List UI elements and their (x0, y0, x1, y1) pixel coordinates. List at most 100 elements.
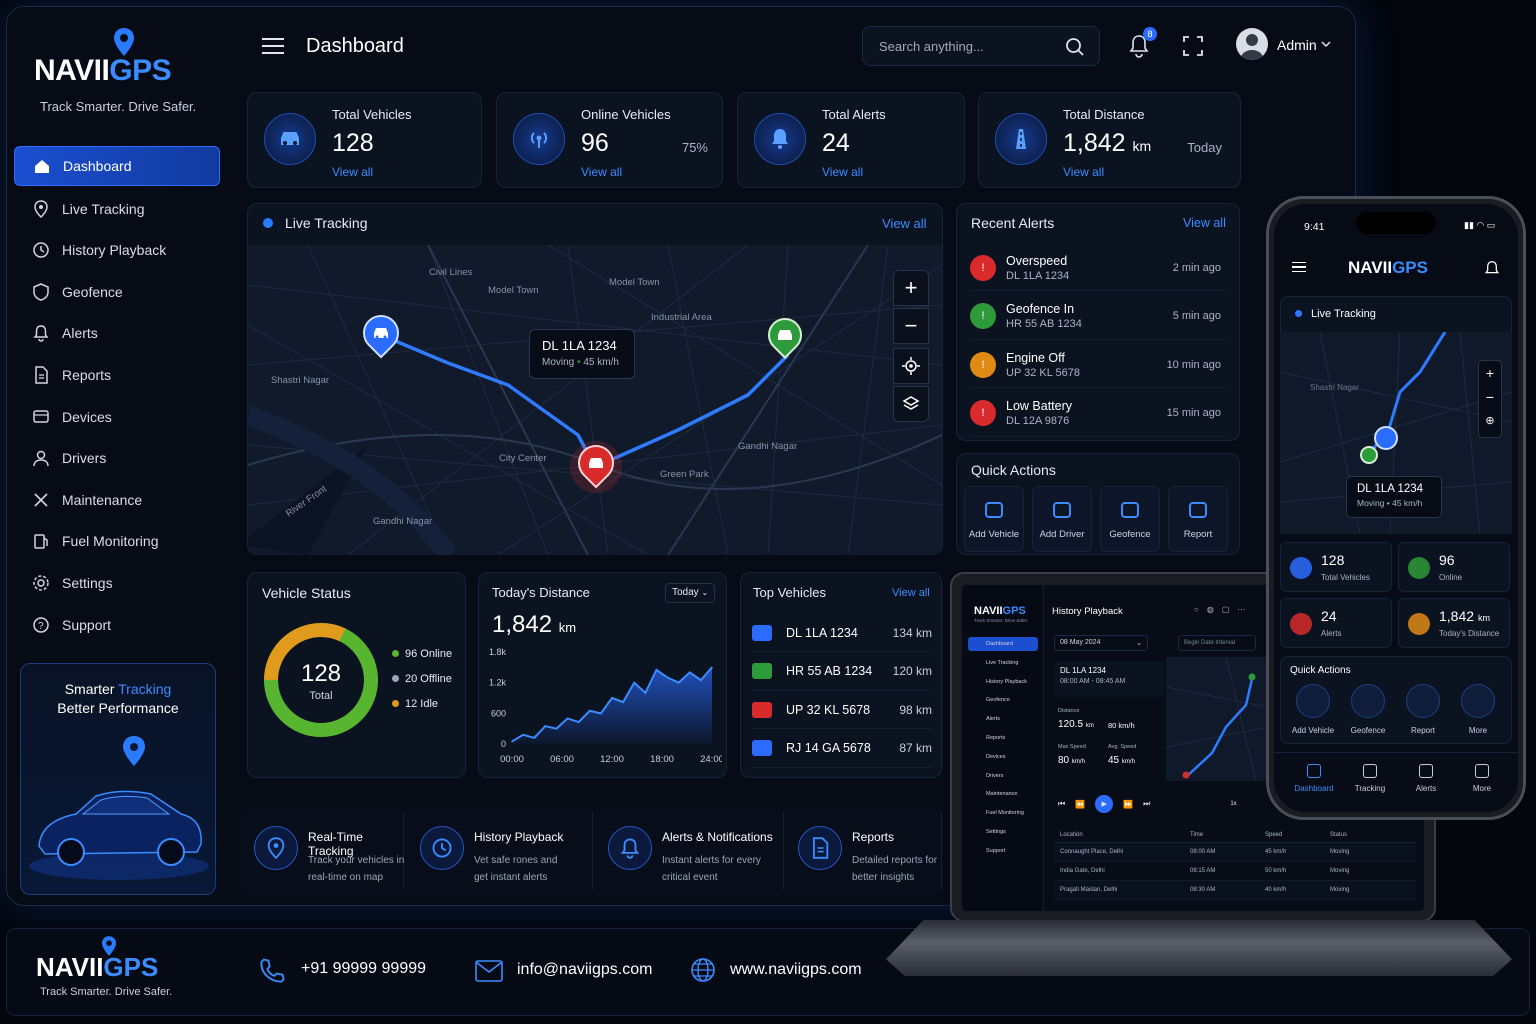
zoom-in-button[interactable]: + (893, 270, 929, 306)
sidebar-item-fuel-monitoring[interactable]: Fuel Monitoring (14, 521, 220, 561)
laptop-nav-item[interactable]: Drivers (968, 769, 1038, 783)
skip-back-icon[interactable]: ⏮ (1058, 799, 1065, 809)
alert-item[interactable]: ! Engine Off UP 32 KL 5678 10 min ago (970, 342, 1225, 388)
phone-tab-dashboard[interactable]: Dashboard (1288, 764, 1340, 793)
layers-button[interactable] (893, 386, 929, 422)
avatar[interactable] (1236, 28, 1268, 60)
phone-bell-icon[interactable] (1484, 260, 1500, 278)
alert-item[interactable]: ! Overspeed DL 1LA 1234 2 min ago (970, 245, 1225, 291)
playback-speed[interactable]: 1x (1230, 801, 1236, 807)
footer-website[interactable]: www.naviigps.com (730, 961, 862, 979)
laptop-table-row[interactable]: Connaught Place, Delhi 08:00 AM 45 km/h Mov… (1054, 843, 1416, 862)
sidebar-item-devices[interactable]: Devices (14, 397, 220, 437)
top-vehicle-row[interactable]: RJ 14 GA 5678 87 km (752, 730, 932, 768)
laptop-nav-item[interactable]: Live Tracking (968, 656, 1038, 670)
sidebar-item-reports[interactable]: Reports (14, 355, 220, 395)
play-button[interactable]: ▶ (1095, 795, 1114, 813)
quick-action-car[interactable]: Add Vehicle (964, 486, 1024, 552)
stat-view-all[interactable]: View all (1063, 165, 1104, 179)
phone-quick-action[interactable]: Report (1400, 684, 1446, 735)
recent-alerts-view-all[interactable]: View all (1183, 216, 1226, 230)
phone-stat-card[interactable]: 1,842 km Today's Distance (1398, 598, 1510, 648)
phone-stat-value: 1,842 km (1439, 608, 1490, 624)
laptop-nav-item[interactable]: Reports (968, 731, 1038, 745)
rewind-icon[interactable]: ⏪ (1075, 800, 1085, 809)
laptop-table-row[interactable]: India Gate, Delhi 08:15 AM 50 km/h Moving (1054, 862, 1416, 881)
sidebar-item-live-tracking[interactable]: Live Tracking (14, 189, 220, 229)
footer-phone[interactable]: +91 99999 99999 (301, 960, 426, 978)
locate-button[interactable] (893, 348, 929, 384)
alert-item[interactable]: ! Low Battery DL 12A 9876 15 min ago (970, 391, 1225, 437)
phone-stat-card[interactable]: 96 Online (1398, 542, 1510, 592)
laptop-nav-item[interactable]: Geofence (968, 693, 1038, 707)
phone-marker-blue[interactable] (1374, 426, 1398, 450)
quick-action-user[interactable]: Add Driver (1032, 486, 1092, 552)
car-icon (589, 458, 603, 468)
sidebar-item-support[interactable]: ? Support (14, 605, 220, 645)
quick-action-document[interactable]: Report (1168, 486, 1228, 552)
sidebar-item-settings[interactable]: Settings (14, 563, 220, 603)
chevron-down-icon[interactable] (1321, 40, 1331, 48)
laptop-nav-item[interactable]: History Playback (968, 675, 1038, 689)
top-vehicles-view-all[interactable]: View all (892, 587, 930, 599)
stat-view-all[interactable]: View all (332, 165, 373, 179)
data-point (577, 721, 580, 723)
phone-tab-alerts[interactable]: Alerts (1400, 764, 1452, 793)
laptop-table-cell: 45 km/h (1265, 849, 1287, 855)
forward-icon[interactable]: ⏩ (1123, 800, 1133, 809)
laptop-table-row[interactable]: Pragati Maidan, Delhi 08:30 AM 40 km/h Movi… (1054, 881, 1416, 900)
laptop-vehicle-card[interactable]: DL 1LA 1234 08:00 AM - 08:45 AM (1054, 661, 1164, 697)
search-input[interactable]: Search anything... (862, 26, 1100, 66)
laptop-date-select[interactable]: 08 May 2024 ⌄ (1054, 635, 1148, 651)
quick-action-label: Geofence (1109, 528, 1151, 540)
phone-marker-green[interactable] (1360, 446, 1378, 464)
laptop-nav-item[interactable]: Fuel Monitoring (968, 806, 1038, 820)
laptop-nav-item[interactable]: Support (968, 844, 1038, 858)
live-map[interactable] (248, 245, 942, 555)
footer-email[interactable]: info@naviigps.com (517, 961, 652, 979)
stat-view-all[interactable]: View all (822, 165, 863, 179)
laptop-nav-item[interactable]: Dashboard (968, 637, 1038, 651)
laptop-nav-item[interactable]: Devices (968, 750, 1038, 764)
laptop-nav-item[interactable]: Maintenance (968, 787, 1038, 801)
phone-tab-more[interactable]: More (1456, 764, 1508, 793)
menu-icon[interactable] (262, 38, 284, 54)
phone-stat-card[interactable]: 128 Total Vehicles (1280, 542, 1392, 592)
search-icon[interactable] (1065, 37, 1085, 57)
quick-actions-title: Quick Actions (971, 462, 1056, 478)
phone-quick-action[interactable]: More (1455, 684, 1501, 735)
top-vehicle-row[interactable]: UP 32 KL 5678 98 km (752, 691, 932, 729)
user-name[interactable]: Admin (1277, 37, 1317, 53)
top-vehicle-row[interactable]: DL 1LA 1234 134 km (752, 614, 932, 652)
laptop-filter-select[interactable]: Begin Date Interval (1178, 635, 1256, 651)
phone-tab-tracking[interactable]: Tracking (1344, 764, 1396, 793)
phone-zoom-out[interactable]: − (1479, 385, 1501, 409)
phone-zoom-in[interactable]: + (1479, 361, 1501, 385)
fullscreen-icon[interactable] (1183, 36, 1203, 56)
phone-locate-icon[interactable]: ⊕ (1479, 409, 1501, 433)
alert-item[interactable]: ! Geofence In HR 55 AB 1234 5 min ago (970, 294, 1225, 340)
top-vehicle-row[interactable]: HR 55 AB 1234 120 km (752, 653, 932, 691)
laptop-nav-item[interactable]: Settings (968, 825, 1038, 839)
laptop-nav-label: Devices (986, 753, 1006, 760)
sidebar-item-maintenance[interactable]: Maintenance (14, 480, 220, 520)
sidebar-item-alerts[interactable]: Alerts (14, 313, 220, 353)
distance-filter[interactable]: Today ⌄ (665, 583, 715, 603)
phone-zoom-controls: + − ⊕ (1478, 360, 1502, 438)
phone-quick-action[interactable]: Geofence (1345, 684, 1391, 735)
phone-quick-action[interactable]: Add Vehicle (1290, 684, 1336, 735)
laptop-filter: Begin Date Interval (1184, 640, 1236, 646)
sidebar-item-drivers[interactable]: Drivers (14, 438, 220, 478)
sidebar-item-history-playback[interactable]: History Playback (14, 230, 220, 270)
laptop-nav-item[interactable]: Alerts (968, 712, 1038, 726)
sidebar-item-dashboard[interactable]: Dashboard (14, 146, 220, 186)
stat-view-all[interactable]: View all (581, 165, 622, 179)
sidebar-item-geofence[interactable]: Geofence (14, 272, 220, 312)
quick-action-geofence[interactable]: Geofence (1100, 486, 1160, 552)
feature-title: Alerts & Notifications (662, 830, 773, 844)
live-tracking-view-all[interactable]: View all (882, 216, 927, 231)
phone-stat-card[interactable]: 24 Alerts (1280, 598, 1392, 648)
zoom-out-button[interactable]: − (893, 308, 929, 344)
phone-menu-icon[interactable] (1292, 262, 1306, 272)
skip-forward-icon[interactable]: ⏭ (1143, 799, 1150, 809)
